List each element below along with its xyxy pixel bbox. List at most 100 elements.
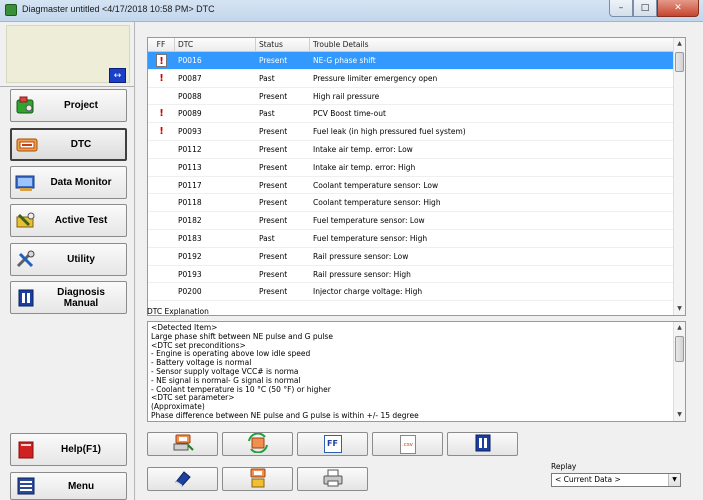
- scroll-thumb[interactable]: [675, 52, 684, 72]
- table-row[interactable]: P0192 Present Rail pressure sensor: Low: [148, 248, 674, 266]
- status-cell: Present: [259, 180, 288, 190]
- manual-book-icon: [473, 433, 493, 455]
- table-row[interactable]: P0117 Present Coolant temperature sensor: …: [148, 177, 674, 195]
- dtc-table-scrollbar[interactable]: ▲ ▼: [673, 38, 685, 315]
- trouble-detail-cell: Injector charge voltage: High: [313, 287, 423, 297]
- nav-data-monitor-button[interactable]: Data Monitor: [10, 166, 127, 199]
- column-header-dtc[interactable]: DTC: [175, 38, 256, 52]
- dtc-explanation-text: <Detected Item> Large phase shift between…: [151, 323, 671, 421]
- status-cell: Past: [259, 73, 275, 83]
- sidebar-toggle-button[interactable]: ↔: [109, 68, 126, 83]
- ff-cell: [148, 177, 175, 194]
- table-row[interactable]: ! P0089 Past PCV Boost time-out: [148, 105, 674, 124]
- column-header-trouble-details[interactable]: Trouble Details: [310, 38, 674, 52]
- trouble-detail-cell: Coolant temperature sensor: High: [313, 198, 441, 208]
- dtc-code-cell: P0088: [178, 91, 202, 101]
- ff-cell: [148, 194, 175, 211]
- status-cell: Present: [259, 162, 288, 172]
- ff-cell: !: [148, 105, 175, 122]
- maximize-button[interactable]: □: [633, 0, 657, 17]
- status-cell: Present: [259, 216, 288, 226]
- ff-cell: [148, 248, 175, 265]
- nav-dtc-button[interactable]: DTC: [10, 128, 127, 161]
- manual-icon: [14, 288, 38, 308]
- table-row[interactable]: P0193 Present Rail pressure sensor: High: [148, 266, 674, 284]
- menu-button[interactable]: Menu: [10, 472, 127, 500]
- trouble-detail-cell: Fuel temperature sensor: High: [313, 233, 428, 243]
- title-bar: Diagmaster untitled <4/17/2018 10:58 PM>…: [0, 0, 703, 22]
- ff-cell: [148, 283, 175, 300]
- status-cell: Past: [259, 233, 275, 243]
- help-button[interactable]: Help(F1): [10, 433, 127, 466]
- main-panel: FF DTC Status Trouble Details ! P0016 Pres…: [136, 22, 703, 500]
- scroll-up-arrow[interactable]: ▲: [674, 38, 685, 50]
- ff-cell: !: [148, 70, 175, 87]
- table-row[interactable]: P0118 Present Coolant temperature sensor: …: [148, 194, 674, 213]
- dtc-code-cell: P0192: [178, 251, 202, 261]
- ff-cell: [148, 212, 175, 229]
- status-cell: Present: [259, 251, 288, 261]
- chevron-down-icon[interactable]: ▼: [668, 474, 680, 486]
- dtc-table: FF DTC Status Trouble Details ! P0016 Pres…: [147, 37, 686, 316]
- table-row[interactable]: P0200 Present Injector charge voltage: Hig…: [148, 283, 674, 302]
- dtc-refresh-button[interactable]: [222, 432, 293, 456]
- explanation-scroll-down-arrow[interactable]: ▼: [674, 409, 685, 421]
- table-row[interactable]: P0112 Present Intake air temp. error: Low: [148, 141, 674, 159]
- scroll-down-arrow[interactable]: ▼: [674, 303, 685, 315]
- project-icon: [14, 96, 38, 116]
- explanation-scrollbar[interactable]: ▲ ▼: [673, 322, 685, 421]
- table-row[interactable]: P0088 Present High rail pressure: [148, 88, 674, 106]
- table-row[interactable]: P0113 Present Intake air temp. error: High: [148, 159, 674, 177]
- ff-cell: !: [148, 52, 175, 69]
- dtc-table-header: FF DTC Status Trouble Details: [148, 38, 674, 52]
- replay-label: Replay: [551, 462, 577, 471]
- csv-file-icon: .csv: [399, 434, 416, 454]
- trouble-detail-cell: Rail pressure sensor: High: [313, 269, 411, 279]
- dtc-code-cell: P0118: [178, 198, 202, 208]
- dtc-clear-button[interactable]: [147, 467, 218, 491]
- dtc-icon: [15, 135, 39, 155]
- dtc-code-cell: P0016: [178, 56, 202, 65]
- status-cell: Present: [259, 144, 288, 154]
- dtc-code-cell: P0087: [178, 73, 202, 83]
- nav-data-monitor-label: Data Monitor: [50, 177, 112, 188]
- trouble-detail-cell: PCV Boost time-out: [313, 109, 386, 119]
- trouble-detail-cell: Intake air temp. error: Low: [313, 144, 413, 154]
- dtc-code-cell: P0112: [178, 144, 202, 154]
- data-monitor-icon: [14, 173, 38, 193]
- dtc-explanation-label: DTC Explanation: [147, 307, 209, 316]
- table-row[interactable]: P0183 Past Fuel temperature sensor: High: [148, 230, 674, 248]
- trouble-detail-cell: NE-G phase shift: [313, 56, 376, 65]
- column-header-status[interactable]: Status: [256, 38, 310, 52]
- print-button[interactable]: [297, 467, 368, 491]
- nav-active-test-button[interactable]: Active Test: [10, 204, 127, 237]
- nav-utility-button[interactable]: Utility: [10, 243, 127, 276]
- dtc-refresh-icon: [245, 432, 271, 455]
- replay-select[interactable]: < Current Data > ▼: [551, 473, 681, 487]
- minimize-button[interactable]: –: [609, 0, 633, 17]
- trouble-detail-cell: Intake air temp. error: High: [313, 162, 416, 172]
- explanation-scroll-thumb[interactable]: [675, 336, 684, 362]
- nav-diagnosis-manual-button[interactable]: Diagnosis Manual: [10, 281, 127, 314]
- explanation-scroll-up-arrow[interactable]: ▲: [674, 322, 685, 334]
- window-title: Diagmaster untitled <4/17/2018 10:58 PM>…: [22, 4, 215, 14]
- dtc-code-cell: P0117: [178, 180, 202, 190]
- sidebar-divider: [0, 86, 135, 87]
- manual-reference-button[interactable]: [447, 432, 518, 456]
- table-row[interactable]: ! P0087 Past Pressure limiter emergency ope…: [148, 70, 674, 88]
- freeze-frame-button[interactable]: FF: [297, 432, 368, 456]
- table-row[interactable]: P0182 Present Fuel temperature sensor: Low: [148, 212, 674, 230]
- dtc-code-cell: P0200: [178, 287, 202, 297]
- close-button[interactable]: ✕: [657, 0, 699, 17]
- ff-cell: [148, 141, 175, 158]
- column-header-ff[interactable]: FF: [148, 38, 175, 52]
- explanation-line: <DTC set parameter>: [151, 393, 235, 403]
- help-label: Help(F1): [61, 444, 101, 455]
- explanation-line: Phase difference between NE pulse and G …: [151, 410, 419, 420]
- dtc-print-button[interactable]: [147, 432, 218, 456]
- table-row[interactable]: ! P0093 Present Fuel leak (in high pressure…: [148, 123, 674, 141]
- dtc-save-button[interactable]: [222, 467, 293, 491]
- nav-project-button[interactable]: Project: [10, 89, 127, 122]
- table-row[interactable]: ! P0016 Present NE-G phase shift: [148, 52, 674, 70]
- export-csv-button[interactable]: .csv: [372, 432, 443, 456]
